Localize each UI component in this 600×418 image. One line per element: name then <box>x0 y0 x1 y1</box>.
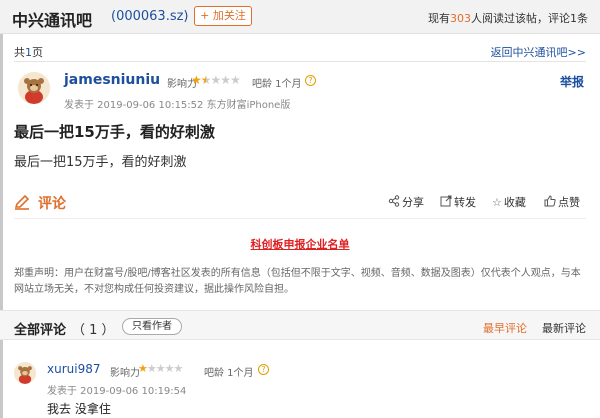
post-title: 最后一把15万手，看的好刺激 <box>14 123 215 141</box>
share-button[interactable]: 分享 <box>388 194 424 210</box>
star-icon: ★ <box>230 73 241 87</box>
avatar-cartoon-icon <box>14 362 36 384</box>
forum-header: 中兴通讯吧 (000063.sz) + 加关注 现有303人阅读过该帖，评论1条 <box>0 0 600 34</box>
star-icon: ★ <box>155 362 166 375</box>
sort-newest-tab[interactable]: 最新评论 <box>542 320 586 336</box>
avatar-cartoon-icon <box>18 72 50 104</box>
author-only-button[interactable]: 只看作者 <box>122 318 182 335</box>
reading-count: 303 <box>450 12 471 25</box>
star-icon: ★ <box>164 362 175 375</box>
help-icon[interactable]: ? <box>305 75 316 86</box>
reply-time: 发表于 2019-09-06 10:19:54 <box>47 386 187 397</box>
share-icon <box>388 195 400 207</box>
reply-text: 我去 没拿住 <box>47 402 111 416</box>
like-button[interactable]: 点赞 <box>544 194 580 210</box>
disclaimer: 郑重声明：用户在财富号/股吧/博客社区发表的所有信息（包括但不限于文字、视频、音… <box>14 268 581 295</box>
reply-author[interactable]: xurui987 <box>47 362 100 376</box>
post-body: 最后一把15万手，看的好刺激 <box>14 155 187 170</box>
comments-count: （ 1 ） <box>72 323 115 338</box>
comment-label: 评论 <box>38 196 66 212</box>
thumbs-up-icon <box>544 195 556 207</box>
bar-age: 吧龄 1个月 <box>204 368 254 379</box>
star-icon: ★ <box>146 362 157 375</box>
post-actions: 分享 转发 ☆ 收藏 点赞 <box>388 194 588 210</box>
help-icon[interactable]: ? <box>258 364 269 375</box>
influence-stars: ★★★★★ <box>138 362 184 375</box>
post-author[interactable]: jamesniuniu <box>64 72 160 88</box>
back-to-forum-link[interactable]: 返回中兴通讯吧>> <box>491 44 586 60</box>
comment-count: 1 <box>570 12 577 25</box>
star-icon: ★ <box>220 73 231 87</box>
divider <box>14 61 586 62</box>
star-icon: ★ <box>210 73 222 87</box>
star-half-icon: ★ <box>200 73 212 87</box>
avatar[interactable] <box>18 72 50 104</box>
report-link[interactable]: 举报 <box>560 73 584 90</box>
reading-info: 现有303人阅读过该帖，评论1条 <box>428 12 588 25</box>
page-count: 共1页 <box>14 46 43 59</box>
left-edge-stripe <box>0 0 3 418</box>
comments-header: 全部评论（ 1 ） 只看作者 最早评论 最新评论 <box>0 310 600 340</box>
influence-label: 影响力 <box>110 368 140 379</box>
pencil-icon <box>14 194 30 210</box>
star-icon: ★ <box>173 362 184 375</box>
follow-button[interactable]: + 加关注 <box>194 6 252 26</box>
bar-age: 吧龄 1个月 <box>252 79 302 90</box>
avatar[interactable] <box>14 362 36 384</box>
all-comments-title: 全部评论（ 1 ） <box>14 323 115 338</box>
repost-icon <box>440 195 452 207</box>
promo-link[interactable]: 科创板申报企业名单 <box>0 236 600 252</box>
star-outline-icon: ☆ <box>492 196 502 209</box>
star-icon: ★ <box>191 73 202 87</box>
influence-stars: ★★★★★ <box>191 73 241 87</box>
favorite-button[interactable]: ☆ 收藏 <box>492 194 526 210</box>
star-icon: ★ <box>138 362 148 375</box>
stock-code[interactable]: (000063.sz) <box>111 9 189 24</box>
divider <box>14 218 586 219</box>
repost-button[interactable]: 转发 <box>440 194 476 210</box>
sort-earliest-tab[interactable]: 最早评论 <box>483 320 527 336</box>
post-meta: 发表于 2019-09-06 10:15:52 东方财富iPhone版 <box>64 100 291 111</box>
forum-title[interactable]: 中兴通讯吧 <box>12 7 92 31</box>
